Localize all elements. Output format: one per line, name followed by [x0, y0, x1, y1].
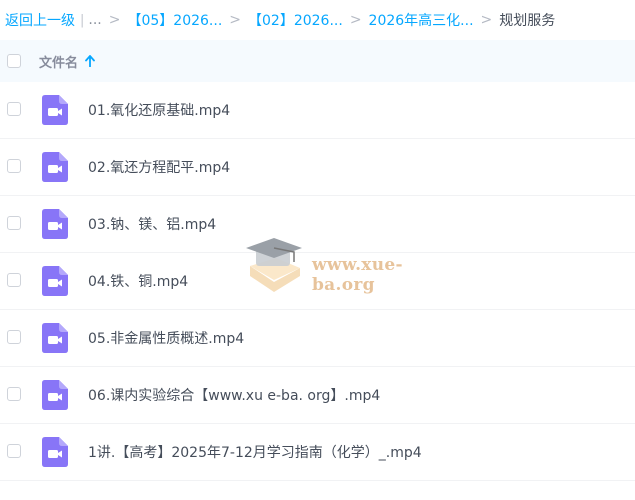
file-name[interactable]: 05.非金属性质概述.mp4 — [88, 328, 244, 348]
row-checkbox[interactable] — [7, 444, 21, 458]
file-row[interactable]: 01.氧化还原基础.mp4 — [0, 82, 635, 139]
file-row[interactable]: 1讲.【高考】2025年7-12月学习指南（化学）_.mp4 — [0, 424, 635, 481]
row-checkbox[interactable] — [7, 216, 21, 230]
file-name[interactable]: 04.铁、铜.mp4 — [88, 271, 188, 291]
row-checkbox[interactable] — [7, 387, 21, 401]
video-file-icon — [42, 95, 68, 125]
file-row[interactable]: 05.非金属性质概述.mp4 — [0, 310, 635, 367]
breadcrumb: 返回上一级 | ... > 【05】2026... > 【02】2026... … — [0, 0, 635, 40]
breadcrumb-ellipsis[interactable]: ... — [88, 12, 101, 28]
column-header-label: 文件名 — [39, 55, 79, 71]
video-file-icon — [42, 437, 68, 467]
sort-ascending-icon[interactable] — [85, 55, 95, 67]
file-row[interactable]: 06.课内实验综合【www.xu e-ba. org】.mp4 — [0, 367, 635, 424]
video-file-icon — [42, 152, 68, 182]
row-checkbox[interactable] — [7, 273, 21, 287]
row-checkbox[interactable] — [7, 159, 21, 173]
file-row[interactable]: 04.铁、铜.mp4 — [0, 253, 635, 310]
file-name[interactable]: 1讲.【高考】2025年7-12月学习指南（化学）_.mp4 — [88, 442, 422, 462]
breadcrumb-item-2[interactable]: 【02】2026... — [248, 10, 343, 30]
breadcrumb-separator: > — [108, 12, 121, 28]
video-file-icon — [42, 209, 68, 239]
breadcrumb-item-1[interactable]: 【05】2026... — [127, 10, 222, 30]
video-file-icon — [42, 266, 68, 296]
breadcrumb-separator: > — [229, 12, 242, 28]
select-all-checkbox[interactable] — [7, 54, 21, 68]
video-file-icon — [42, 323, 68, 353]
row-checkbox[interactable] — [7, 102, 21, 116]
video-file-icon — [42, 380, 68, 410]
file-name[interactable]: 06.课内实验综合【www.xu e-ba. org】.mp4 — [88, 385, 380, 405]
file-row[interactable]: 03.钠、镁、铝.mp4 — [0, 196, 635, 253]
breadcrumb-separator: > — [480, 12, 493, 28]
file-row[interactable]: 02.氧还方程配平.mp4 — [0, 139, 635, 196]
file-name[interactable]: 03.钠、镁、铝.mp4 — [88, 214, 216, 234]
row-checkbox[interactable] — [7, 330, 21, 344]
column-header-filename[interactable]: 文件名 — [39, 52, 95, 71]
file-name[interactable]: 02.氧还方程配平.mp4 — [88, 157, 230, 177]
breadcrumb-pipe: | — [80, 12, 85, 28]
back-link[interactable]: 返回上一级 — [5, 10, 75, 30]
breadcrumb-current: 规划服务 — [499, 13, 556, 29]
breadcrumb-item-3[interactable]: 2026年高三化... — [369, 10, 474, 30]
file-list-header: 文件名 — [0, 40, 635, 82]
breadcrumb-separator: > — [349, 12, 362, 28]
file-name[interactable]: 01.氧化还原基础.mp4 — [88, 100, 230, 120]
file-list: 01.氧化还原基础.mp4 02.氧还方程配平.mp4 03.钠、镁、铝.mp4 04… — [0, 82, 635, 481]
